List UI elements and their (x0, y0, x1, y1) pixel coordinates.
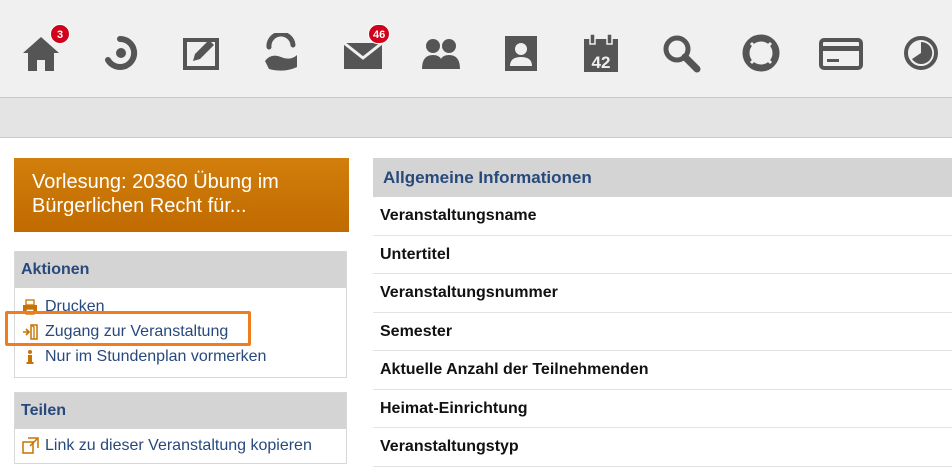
course-title-box: Vorlesung: 20360 Übung im Bürgerlichen R… (14, 158, 349, 232)
messages-badge: 46 (368, 24, 391, 44)
info-row-participant-count: Aktuelle Anzahl der Teilnehmenden (373, 351, 952, 390)
general-info-heading: Allgemeine Informationen (373, 158, 952, 197)
action-access-course[interactable]: Zugang zur Veranstaltung (21, 319, 346, 344)
info-row-course-name: Veranstaltungsname (373, 197, 952, 236)
copy-link-icon (21, 437, 39, 455)
action-print[interactable]: Drucken (21, 294, 346, 319)
print-icon (21, 298, 39, 316)
nav-activity[interactable] (898, 28, 944, 78)
share-panel: Teilen Link zu dieser Veranstaltung kopi… (14, 392, 347, 464)
card-icon (819, 38, 863, 70)
action-copy-link[interactable]: Link zu dieser Veranstaltung kopieren (21, 433, 346, 458)
nav-contacts[interactable] (418, 28, 464, 78)
actions-heading: Aktionen (15, 252, 346, 288)
nav-home[interactable]: 3 (18, 24, 70, 78)
action-schedule-bookmark-label[interactable]: Nur im Stundenplan vormerken (45, 348, 266, 366)
search-icon (663, 35, 701, 73)
nav-calendar[interactable]: 42 (578, 28, 624, 78)
nav-workspace[interactable] (178, 28, 224, 78)
calendar-icon: 42 (584, 33, 618, 72)
nav-card[interactable] (818, 28, 864, 78)
action-access-course-label[interactable]: Zugang zur Veranstaltung (45, 323, 228, 341)
action-copy-link-label[interactable]: Link zu dieser Veranstaltung kopieren (45, 437, 312, 455)
top-navigation-bar: 3 46 42 (0, 0, 952, 97)
info-row-course-number: Veranstaltungsnummer (373, 274, 952, 313)
actions-panel: Aktionen Drucken Zugang zur Veranstaltun (14, 251, 347, 378)
nav-profile[interactable] (498, 28, 544, 78)
courses-icon (105, 35, 138, 70)
course-title: Vorlesung: 20360 Übung im Bürgerlichen R… (32, 171, 279, 217)
help-lifebuoy-icon (742, 34, 780, 72)
enter-door-icon (21, 323, 39, 341)
profile-icon (505, 36, 537, 71)
community-icon (265, 33, 297, 71)
info-icon (21, 348, 39, 366)
nav-messages[interactable]: 46 (340, 24, 391, 78)
info-row-home-institution: Heimat-Einrichtung (373, 390, 952, 428)
info-row-course-type: Veranstaltungstyp (373, 428, 952, 467)
home-badge: 3 (50, 24, 70, 44)
sub-navigation-bar (0, 97, 952, 138)
contacts-icon (422, 39, 460, 69)
nav-search[interactable] (658, 28, 704, 78)
workspace-edit-icon (183, 38, 219, 70)
nav-help[interactable] (738, 28, 784, 78)
general-info-table: Allgemeine Informationen Veranstaltungsn… (373, 158, 952, 467)
action-print-label[interactable]: Drucken (45, 298, 105, 316)
activity-pie-icon (904, 36, 938, 70)
info-row-semester: Semester (373, 313, 952, 351)
info-row-subtitle: Untertitel (373, 236, 952, 274)
calendar-day: 42 (592, 53, 611, 72)
action-schedule-bookmark[interactable]: Nur im Stundenplan vormerken (21, 344, 346, 369)
nav-courses[interactable] (97, 28, 143, 78)
nav-community[interactable] (258, 28, 304, 78)
share-heading: Teilen (15, 393, 346, 429)
